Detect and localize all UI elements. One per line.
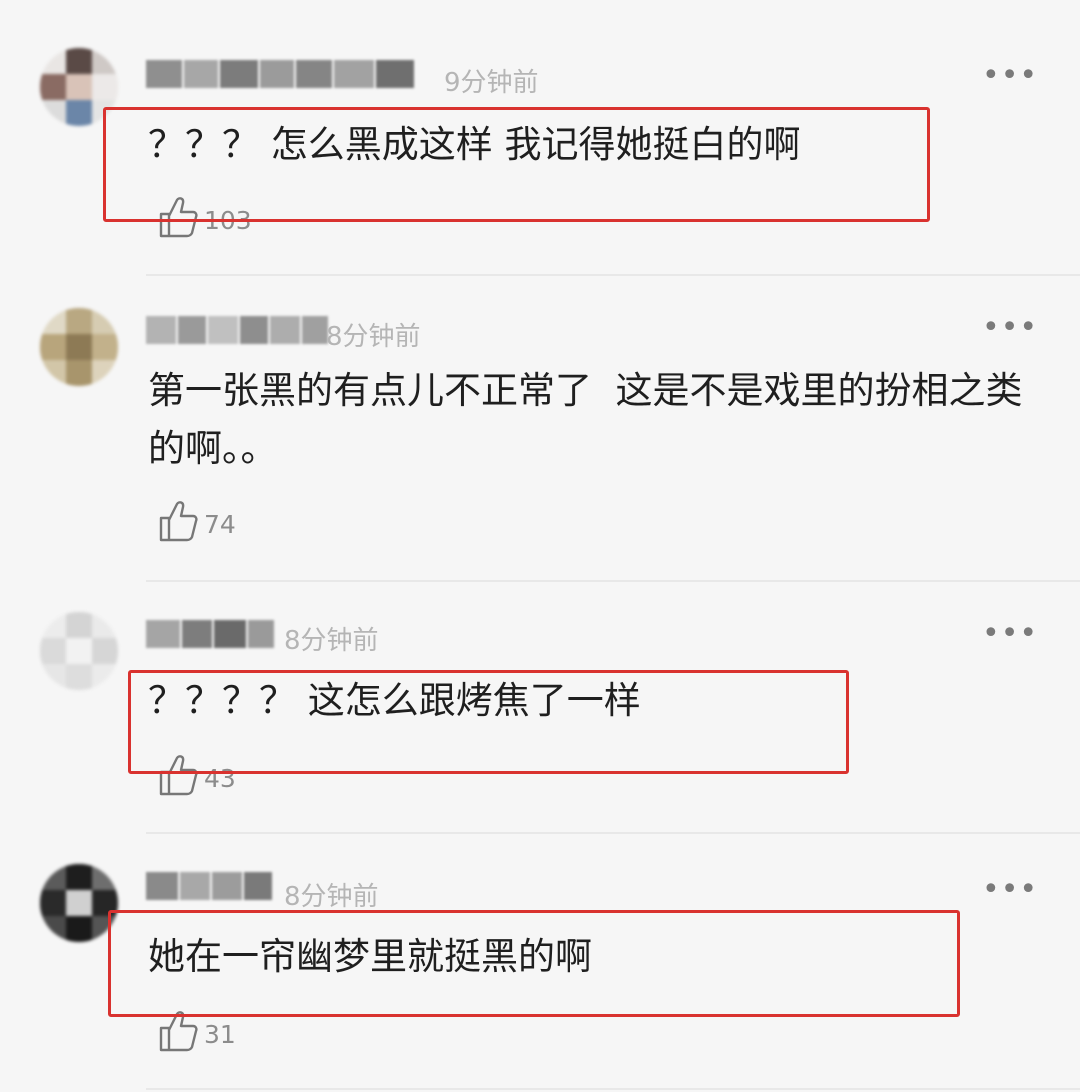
avatar[interactable] [40,864,118,942]
comment-time: 9分钟前 [444,68,539,98]
comment-time: 8分钟前 [284,882,379,912]
username-blurred[interactable] [146,316,330,350]
highlight-box [128,670,849,774]
comment-text: 第一张黑的有点儿不正常了 这是不是戏里的扮相之类的啊。。 [148,369,1023,470]
divider [146,580,1080,582]
avatar[interactable] [40,308,118,386]
more-options-icon[interactable]: ••• [982,313,1038,343]
avatar[interactable] [40,612,118,690]
highlight-box [108,910,960,1017]
divider [146,274,1080,276]
comment-time: 8分钟前 [284,626,379,656]
username-blurred[interactable] [146,60,416,94]
username-blurred[interactable] [146,872,274,906]
comment-list: 9分钟前 ••• ？？？ 怎么黑成这样 我记得她挺白的啊 103 8分钟前 ••… [0,0,1080,1092]
more-options-icon[interactable]: ••• [982,875,1038,905]
like-count: 74 [204,510,236,539]
divider [146,832,1080,834]
comment-time: 8分钟前 [326,322,421,352]
thumbs-up-icon [159,501,198,542]
more-options-icon[interactable]: ••• [982,61,1038,91]
more-options-icon[interactable]: ••• [982,619,1038,649]
like-count: 31 [204,1020,236,1049]
highlight-box [103,107,930,222]
divider [146,1088,1080,1090]
username-blurred[interactable] [146,620,276,654]
